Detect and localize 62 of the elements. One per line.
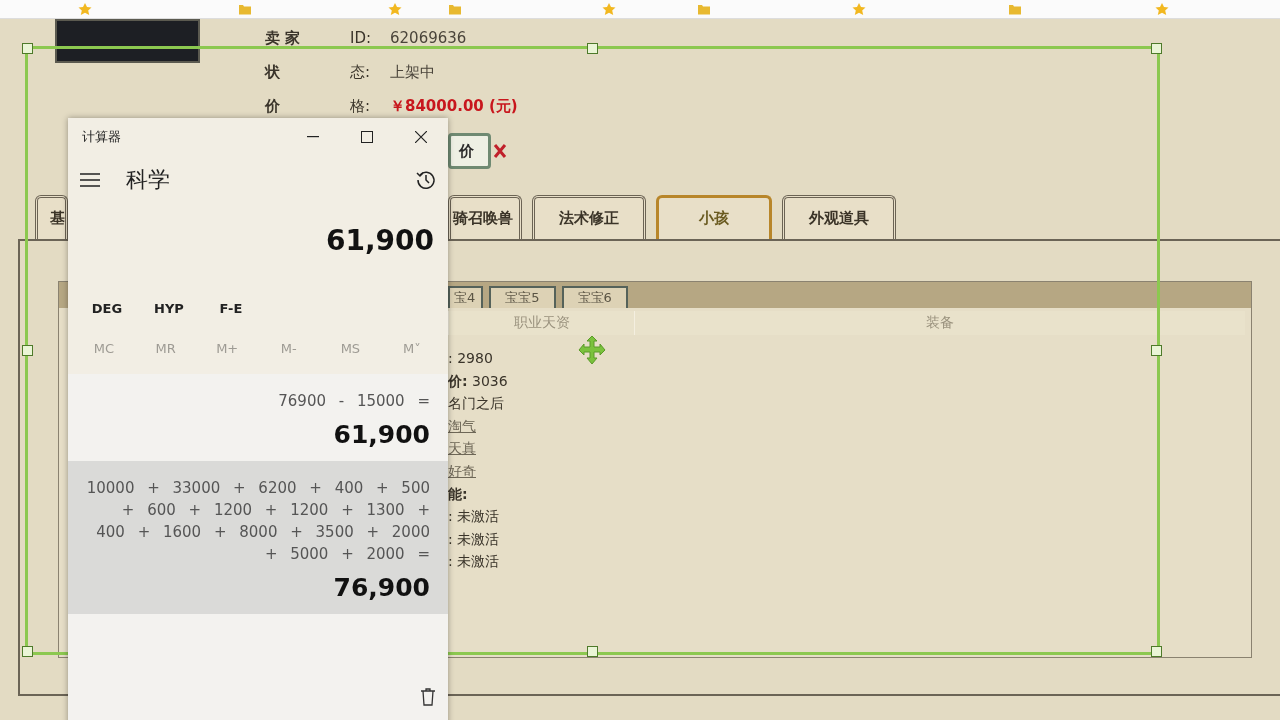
trash-icon[interactable] bbox=[420, 688, 436, 706]
trait-link[interactable]: 淘气 bbox=[448, 414, 476, 438]
field-value: ￥84000.00 (元) bbox=[390, 96, 518, 116]
move-icon[interactable] bbox=[577, 335, 607, 365]
maximize-icon bbox=[361, 131, 373, 143]
close-icon bbox=[415, 131, 427, 143]
resize-handle[interactable] bbox=[22, 344, 33, 356]
resize-handle[interactable] bbox=[22, 43, 33, 54]
star-icon[interactable] bbox=[388, 3, 402, 15]
star-icon[interactable] bbox=[852, 3, 866, 15]
tab[interactable]: 小孩 bbox=[656, 195, 772, 239]
tab[interactable]: 骑召唤兽 bbox=[448, 195, 522, 239]
column-header: 职业天资 bbox=[448, 311, 634, 335]
field-label: 格: bbox=[350, 96, 372, 116]
history-result: 61,900 bbox=[333, 420, 430, 449]
mode-toggle[interactable]: HYP bbox=[138, 288, 200, 328]
history-expression: 76900 - 15000 = bbox=[278, 391, 430, 412]
field-label: 卖 家 bbox=[265, 28, 302, 48]
field-label: 价 bbox=[265, 96, 281, 116]
star-icon[interactable] bbox=[602, 3, 616, 15]
detail-text: : 未激活 bbox=[448, 552, 500, 572]
detail-text: 名门之后 bbox=[448, 394, 504, 414]
result-display: 61,900 bbox=[325, 223, 434, 257]
resize-handle[interactable] bbox=[586, 646, 598, 657]
resize-handle[interactable] bbox=[1151, 344, 1162, 356]
mode-toggle[interactable]: F-E bbox=[200, 288, 262, 328]
tab[interactable]: 外观道具 bbox=[782, 195, 896, 239]
resize-handle[interactable] bbox=[586, 43, 598, 54]
resize-handle[interactable] bbox=[22, 646, 33, 657]
field-label: 态: bbox=[350, 62, 372, 82]
tab[interactable]: 宝4 bbox=[448, 286, 484, 308]
detail-text: 能: bbox=[448, 484, 468, 504]
trait-link[interactable]: 好奇 bbox=[448, 459, 476, 483]
star-icon[interactable] bbox=[1155, 3, 1169, 15]
minimize-icon bbox=[307, 136, 319, 138]
mode-toggle[interactable]: DEG bbox=[76, 288, 138, 328]
tab[interactable]: 宝宝5 bbox=[489, 286, 556, 308]
tab[interactable]: 基 bbox=[35, 195, 68, 239]
menu-icon[interactable] bbox=[80, 173, 100, 187]
detail-text: : 2980 bbox=[448, 349, 493, 368]
mode-title: 科学 bbox=[126, 166, 171, 194]
price-button[interactable]: 价 bbox=[448, 133, 491, 169]
tab[interactable]: 宝宝6 bbox=[561, 286, 628, 308]
detail-text: 价: 3036 bbox=[448, 371, 508, 391]
star-icon[interactable] bbox=[78, 3, 92, 15]
history-result: 76,900 bbox=[333, 573, 430, 602]
history-entry[interactable]: 10000 + 33000 + 6200 + 400 + 500 + 600 + 1200 + 1200 + 1300 + 400 + 1600 + 8000 + 3500 + 2000 + 5000 + 2000 = 76,900 bbox=[68, 461, 448, 614]
history-icon[interactable] bbox=[416, 170, 436, 190]
detail-text: : 未激活 bbox=[448, 529, 500, 549]
field-value: 62069636 bbox=[390, 29, 467, 47]
window-title: 计算器 bbox=[82, 128, 122, 146]
field-value: 上架中 bbox=[390, 62, 435, 82]
resize-handle[interactable] bbox=[1151, 43, 1162, 54]
field-label: 状 bbox=[265, 62, 281, 82]
history-entry[interactable]: 76900 - 15000 = 61,900 bbox=[68, 374, 448, 461]
resize-handle[interactable] bbox=[1151, 646, 1162, 657]
history-expression: 10000 + 33000 + 6200 + 400 + 500 + 600 + 1200 + 1200 + 1300 + 400 + 1600 + 8000 + 3500 + 2000 + 5000 + 2000 = bbox=[86, 478, 430, 565]
field-label: ID: bbox=[350, 29, 373, 47]
tab[interactable]: 法术修正 bbox=[532, 195, 646, 239]
column-header: 装备 bbox=[634, 311, 1245, 335]
close-icon[interactable] bbox=[493, 143, 507, 159]
detail-text: : 未激活 bbox=[448, 507, 500, 527]
